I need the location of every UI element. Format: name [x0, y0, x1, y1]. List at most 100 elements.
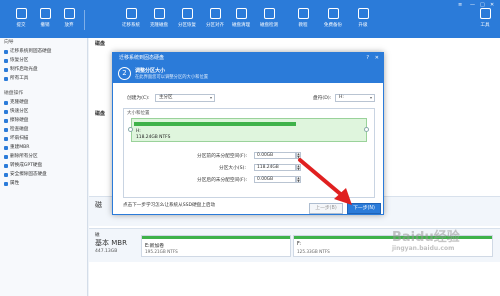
partition-letter: H:	[136, 129, 141, 134]
sidebar-item-migrate-os[interactable]: 迁移系统到固态硬盘	[0, 47, 87, 56]
disk-section-label-2: 磁盘	[95, 111, 106, 117]
create-as-label: 创建为(C):	[127, 96, 150, 101]
disk-test-button[interactable]: 磁盘检测	[256, 8, 282, 34]
sidebar: 向导 迁移系统到固态硬盘 恢复分区 制作启动光盘 所有工具 磁盘操作 克隆硬盘 …	[0, 38, 88, 296]
partition-size-stepper[interactable]: ▲ ▼	[296, 164, 301, 171]
partition-recovery-button[interactable]: 分区恢复	[174, 8, 200, 34]
partition-name: F:	[297, 242, 302, 247]
sidebar-heading-disk-ops: 磁盘操作	[4, 91, 24, 96]
main-toolbar: ≡ — □ ✕ 提交 撤销 放弃 迁移系统 克隆磁盘 分区恢复 分区对齐 磁盘清…	[0, 0, 500, 38]
partition-resize-bar[interactable]: H: 118.24GB NTFS	[131, 118, 367, 142]
step-title: 调整分区大小	[135, 68, 166, 74]
drive-letter-label: 盘符(D):	[313, 96, 332, 101]
partition-icon	[4, 109, 8, 114]
partition-info: 125.33GB NTFS	[297, 249, 330, 254]
sidebar-item-secure-erase[interactable]: 安全擦除固态硬盘	[0, 170, 87, 179]
migrate-icon	[4, 49, 8, 54]
after-space-label: 分区后的未分配空间(F):	[197, 178, 248, 183]
clone-disk-icon	[153, 8, 165, 19]
group-title: 大小和位置	[127, 111, 150, 116]
hint-text: 点击下一步学习怎么让系统从SSD硬盘上启动	[123, 203, 216, 208]
partition-info: 118.24GB NTFS	[136, 135, 171, 140]
after-space-input[interactable]: 0.00GB	[254, 176, 296, 183]
align-icon	[209, 8, 221, 19]
partition-name: E:新加卷	[145, 244, 165, 249]
disk-test-icon	[263, 8, 275, 19]
before-space-stepper[interactable]: ▲ ▼	[296, 152, 301, 159]
resize-handle-left[interactable]	[128, 127, 133, 132]
convert-icon	[4, 163, 8, 168]
sidebar-heading-wizard: 向导	[4, 40, 14, 45]
menu-icon[interactable]: ≡	[458, 2, 462, 8]
resize-handle-right[interactable]	[364, 127, 369, 132]
wipe-icon	[4, 118, 8, 123]
partition-info: 195.21GB NTFS	[145, 249, 178, 254]
wipe-disk-button[interactable]: 磁盘清理	[228, 8, 254, 34]
tools-button[interactable]: 工具	[472, 8, 498, 34]
disk-size: 447.13GB	[95, 249, 118, 254]
scan-icon	[4, 136, 8, 141]
sidebar-item-delete-all[interactable]: 删除所有分区	[0, 152, 87, 161]
backup-icon	[327, 8, 339, 19]
sidebar-item-boot-disc[interactable]: 制作启动光盘	[0, 65, 87, 74]
partition-size-input[interactable]: 118.24GB	[254, 164, 296, 171]
sidebar-item-bad-sector[interactable]: 坏扇扫描	[0, 134, 87, 143]
align-partition-button[interactable]: 分区对齐	[202, 8, 228, 34]
recover-icon	[4, 58, 8, 63]
tools-icon	[4, 76, 8, 81]
previous-button[interactable]: 上一步(B)	[309, 203, 343, 214]
discard-button[interactable]: 放弃	[56, 8, 82, 34]
sidebar-item-check-disk[interactable]: 检查磁盘	[0, 125, 87, 134]
free-backup-button[interactable]: 免费备份	[320, 8, 346, 34]
sidebar-item-rebuild-mbr[interactable]: 重建MBR	[0, 143, 87, 152]
before-space-label: 分区前的未分配空间(F):	[197, 154, 248, 159]
mbr-icon	[4, 145, 8, 150]
discard-icon	[63, 8, 75, 19]
after-space-stepper[interactable]: ▲ ▼	[296, 176, 301, 183]
sidebar-item-recover-partition[interactable]: 恢复分区	[0, 56, 87, 65]
partition-recovery-icon	[181, 8, 193, 19]
delete-icon	[4, 154, 8, 159]
sidebar-item-quick-partition[interactable]: 快速分区	[0, 107, 87, 116]
sidebar-item-properties[interactable]: 属性	[0, 179, 87, 188]
commit-button[interactable]: 提交	[8, 8, 34, 34]
watermark: Baidu经验 jingyan.baidu.com	[392, 230, 460, 252]
undo-button[interactable]: 撤销	[32, 8, 58, 34]
help-icon[interactable]: ?	[366, 53, 369, 64]
partition-e[interactable]: E:新加卷 195.21GB NTFS	[141, 235, 291, 257]
disk-name: 磁	[95, 201, 102, 209]
toolbar-separator	[84, 10, 85, 30]
create-as-select[interactable]: 主分区 ▾	[155, 94, 215, 102]
erase-icon	[4, 172, 8, 177]
partition-used-bar	[134, 122, 296, 126]
partition-size-label: 分区大小(S):	[219, 166, 246, 171]
before-space-input[interactable]: 0.00GB	[254, 152, 296, 159]
migrate-os-icon	[125, 8, 137, 19]
disk-section-label: 磁盘	[95, 41, 106, 47]
close-icon[interactable]: ✕	[375, 53, 379, 64]
clone-disk-button[interactable]: 克隆磁盘	[146, 8, 172, 34]
sidebar-item-clone-disk[interactable]: 克隆硬盘	[0, 98, 87, 107]
tutorial-icon	[297, 8, 309, 19]
tools-icon	[479, 8, 491, 19]
disk-type: 基本 MBR	[95, 239, 127, 247]
chevron-down-icon: ▾	[369, 95, 372, 100]
tutorial-button[interactable]: 教程	[290, 8, 316, 34]
chevron-down-icon: ▾	[209, 95, 212, 100]
upgrade-button[interactable]: 升级	[350, 8, 376, 34]
step-banner: 2 调整分区大小 在此界面您可以调整分区的大小和位置	[113, 64, 383, 83]
step-description: 在此界面您可以调整分区的大小和位置	[135, 75, 209, 80]
dialog-titlebar: 迁移系统到固态硬盘 ? ✕	[113, 53, 383, 64]
sidebar-item-wipe-disk[interactable]: 擦除硬盘	[0, 116, 87, 125]
migrate-os-button[interactable]: 迁移系统	[118, 8, 144, 34]
clone-icon	[4, 100, 8, 105]
check-icon	[4, 127, 8, 132]
disc-icon	[4, 67, 8, 72]
sidebar-item-convert-gpt[interactable]: 转换成GPT硬盘	[0, 161, 87, 170]
drive-letter-select[interactable]: H: ▾	[335, 94, 375, 102]
sidebar-item-all-tools[interactable]: 所有工具	[0, 74, 87, 83]
dialog-title: 迁移系统到固态硬盘	[119, 55, 165, 61]
check-icon	[15, 8, 27, 19]
next-button[interactable]: 下一步(N)	[347, 203, 381, 214]
step-number: 2	[118, 67, 131, 80]
